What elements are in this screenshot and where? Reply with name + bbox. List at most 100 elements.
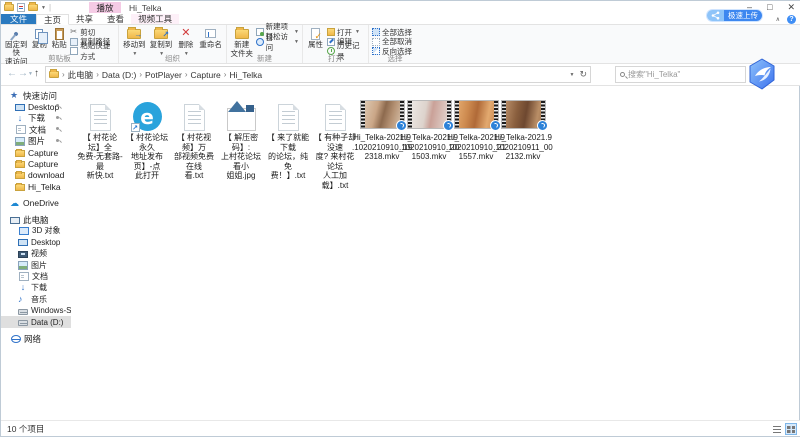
- sidebar-item-data-d[interactable]: Data (D:): [1, 316, 71, 327]
- copy-to-icon: ↗: [154, 27, 168, 40]
- qat-customize-caret-icon[interactable]: ▼: [41, 5, 46, 11]
- contextual-tool-header: 播放: [89, 2, 121, 13]
- address-bar[interactable]: › 此电脑 › Data (D:) › PotPlayer › Capture …: [45, 66, 591, 83]
- help-icon[interactable]: ?: [787, 15, 796, 24]
- qat-folder-icon[interactable]: [4, 4, 14, 11]
- back-icon[interactable]: ←: [7, 68, 17, 79]
- pin-icon: [56, 116, 61, 121]
- overlay-upload-badge[interactable]: 极速上传: [707, 10, 762, 21]
- tab-view[interactable]: 查看: [100, 14, 131, 24]
- ribbon-group-select: 全部选择 全部取消 反向选择 选择: [369, 25, 421, 63]
- sidebar-item-documents[interactable]: 文档: [1, 124, 71, 135]
- search-placeholder: 搜索"Hi_Telka": [628, 69, 680, 80]
- up-icon[interactable]: ↑: [34, 68, 39, 79]
- ribbon-tab-row: 文件 主页 共享 查看 视频工具 ∧ ?: [1, 14, 800, 25]
- video-thumbnail: [501, 100, 546, 129]
- tab-home[interactable]: 主页: [36, 14, 69, 25]
- sidebar-item-videos[interactable]: 视频: [1, 248, 71, 259]
- videos-icon: [18, 251, 28, 258]
- folder-icon: [15, 172, 25, 179]
- drive-icon: [18, 320, 28, 326]
- sidebar-item-onedrive[interactable]: ☁ OneDrive: [1, 198, 71, 209]
- shortcut-arrow-icon: ↗: [131, 123, 140, 132]
- sidebar-item-this-pc[interactable]: 此电脑: [1, 214, 71, 225]
- select-none-button[interactable]: 全部取消: [372, 38, 412, 47]
- breadcrumb-potplayer[interactable]: PotPlayer: [145, 70, 182, 80]
- rename-button[interactable]: 重命名: [198, 27, 223, 49]
- pin-icon: [9, 27, 23, 40]
- qat-properties-icon[interactable]: [17, 3, 25, 12]
- sidebar-item-pc-downloads[interactable]: ↓ 下载: [1, 282, 71, 293]
- file-item-video-4[interactable]: Hi_Telka-2021.9.1020210911_002132.mkv: [500, 95, 546, 190]
- file-item-txt-2[interactable]: 【 村花视频】万部视频免费在线看.txt: [171, 95, 217, 190]
- properties-button[interactable]: 属性: [306, 27, 325, 49]
- file-item-jpg[interactable]: 【 解压密码】:上村花论坛看小姐姐.jpg: [218, 95, 264, 190]
- sidebar-item-3d-objects[interactable]: 3D 对象: [1, 225, 71, 236]
- breadcrumb-capture[interactable]: Capture: [191, 70, 221, 80]
- sidebar-item-pictures[interactable]: 图片: [1, 136, 71, 147]
- this-pc-icon: [10, 217, 20, 224]
- sidebar-item-pc-desktop[interactable]: Desktop: [1, 237, 71, 248]
- sidebar-item-music[interactable]: ♪ 音乐: [1, 294, 71, 305]
- sidebar-item-desktop[interactable]: Desktop: [1, 101, 71, 112]
- sidebar-item-download-folder[interactable]: download: [1, 170, 71, 181]
- cut-button[interactable]: 剪切: [70, 28, 115, 37]
- open-button[interactable]: 打开 ▼: [327, 28, 365, 37]
- 3d-objects-icon: [19, 227, 29, 235]
- breadcrumb-hi-telka[interactable]: Hi_Telka: [229, 70, 262, 80]
- ribbon-group-organize: → 移动到▼ ↗ 复制到▼ ✕ 删除▼ 重命名 组织: [119, 25, 227, 63]
- maximize-button[interactable]: □: [767, 2, 772, 13]
- music-icon: ♪: [18, 295, 28, 304]
- sidebar-item-windows-ssd-c[interactable]: Windows-SSD (C:): [1, 305, 71, 316]
- file-item-txt-1[interactable]: 【 村花论坛】全免费-无套路-最新快.txt: [77, 95, 123, 190]
- pictures-icon: [18, 261, 28, 270]
- file-item-video-3[interactable]: Hi_Telka-2021.9.1020210910_211557.mkv: [453, 95, 499, 190]
- sidebar-item-capture-1[interactable]: Capture: [1, 147, 71, 158]
- file-explorer-window: { "titlebar": { "contextual_label": "播放"…: [0, 0, 800, 437]
- floating-downloader-overlay-icon[interactable]: [745, 57, 779, 91]
- select-all-button[interactable]: 全部选择: [372, 28, 412, 37]
- paste-button[interactable]: 粘贴: [50, 27, 68, 49]
- copy-icon: [32, 27, 46, 40]
- thumbnail-view-button[interactable]: [785, 423, 797, 435]
- file-name: 【 村花论坛】全免费-无套路-最新快.txt: [77, 133, 123, 181]
- refresh-icon[interactable]: ↻: [579, 69, 587, 80]
- txt-file-icon: [184, 104, 205, 131]
- sidebar-item-hi-telka[interactable]: Hi_Telka: [1, 181, 71, 192]
- easy-access-button[interactable]: 轻松访问 ▼: [256, 38, 299, 47]
- sidebar-item-downloads[interactable]: ↓ 下载: [1, 113, 71, 124]
- documents-icon: [19, 272, 29, 281]
- tab-video-tools[interactable]: 视频工具: [131, 14, 179, 24]
- sidebar-item-pc-documents[interactable]: 文档: [1, 271, 71, 282]
- breadcrumb-data-d[interactable]: Data (D:): [102, 70, 136, 80]
- sidebar-item-capture-2[interactable]: Capture: [1, 158, 71, 169]
- close-button[interactable]: ✕: [787, 2, 795, 13]
- txt-file-icon: [90, 104, 111, 131]
- address-dropdown-caret-icon[interactable]: ▼: [570, 72, 575, 78]
- breadcrumb-this-pc[interactable]: 此电脑: [68, 69, 94, 81]
- forward-icon[interactable]: →: [18, 68, 28, 79]
- sidebar-item-quick-access[interactable]: ★ 快速访问: [1, 90, 71, 101]
- tab-file[interactable]: 文件: [1, 14, 36, 24]
- collapse-ribbon-icon[interactable]: ∧: [776, 16, 780, 23]
- sidebar-item-network[interactable]: 网络: [1, 333, 71, 344]
- status-bar: 10 个项目: [1, 420, 800, 436]
- copy-button[interactable]: 复制: [30, 27, 48, 49]
- details-view-button[interactable]: [771, 423, 783, 435]
- file-list-area[interactable]: 【 村花论坛】全免费-无套路-最新快.txt e ↗ 【 村花论坛永久地址发布页…: [71, 86, 799, 420]
- window-title: Hi_Telka: [129, 3, 162, 13]
- move-to-icon: →: [127, 27, 141, 40]
- search-input[interactable]: 搜索"Hi_Telka": [615, 66, 746, 83]
- sidebar-item-pc-pictures[interactable]: 图片: [1, 259, 71, 270]
- tab-share[interactable]: 共享: [69, 14, 100, 24]
- potplayer-badge-icon: [443, 120, 454, 131]
- crumb-separator: ›: [62, 70, 65, 79]
- desktop-icon: [15, 104, 25, 111]
- qat-new-folder-icon[interactable]: [28, 4, 38, 11]
- open-group-label: 打开: [303, 54, 368, 63]
- video-thumbnail: [360, 100, 405, 129]
- file-item-txt-3[interactable]: 【 来了就能下载的论坛，纯免费！】.txt: [265, 95, 311, 190]
- file-item-url-shortcut[interactable]: e ↗ 【 村花论坛永久地址发布页】-点此打开: [124, 95, 170, 190]
- properties-label: 属性: [308, 41, 323, 49]
- recent-locations-caret-icon[interactable]: ▼: [28, 71, 33, 77]
